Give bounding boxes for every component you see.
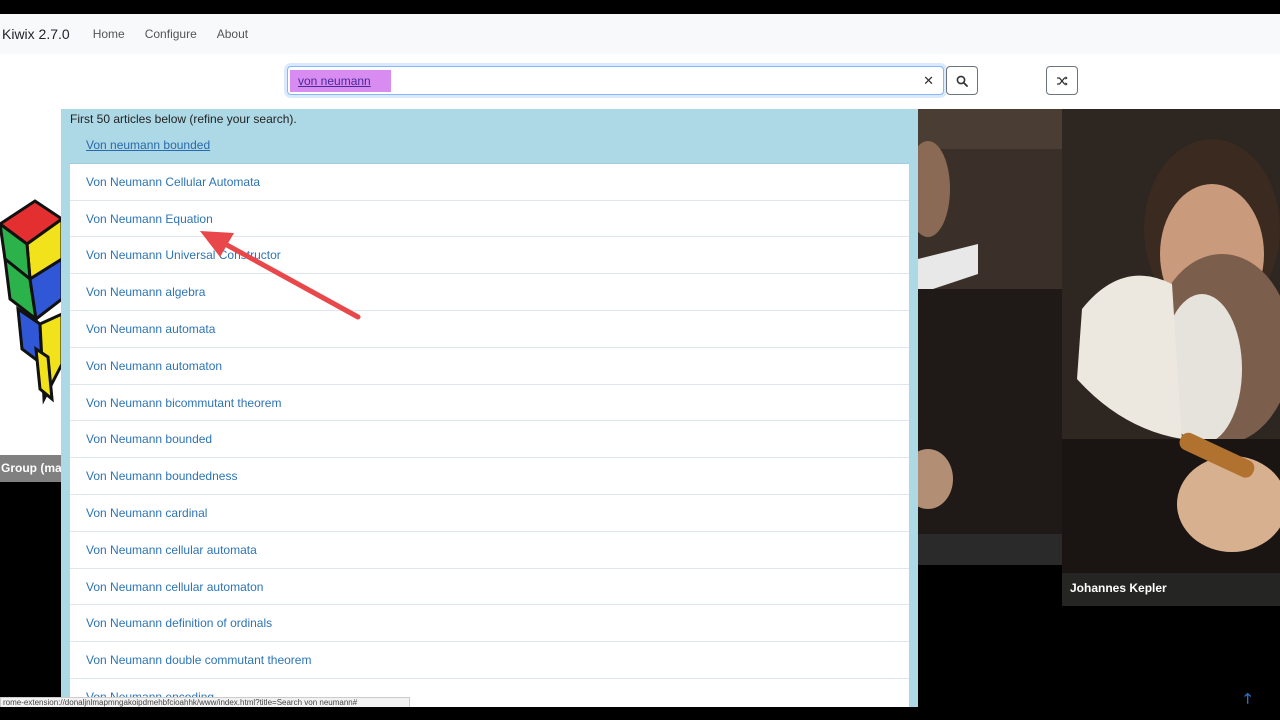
shuffle-icon bbox=[1056, 75, 1068, 86]
portrait-image bbox=[918, 109, 1062, 565]
nav-configure[interactable]: Configure bbox=[145, 27, 197, 41]
list-item[interactable]: Von neumann bounded bbox=[70, 127, 909, 164]
list-item[interactable]: Von Neumann bicommutant theorem bbox=[70, 384, 909, 422]
top-border bbox=[0, 0, 1280, 14]
list-item[interactable]: Von Neumann algebra bbox=[70, 274, 909, 311]
list-item[interactable]: Von Neumann Universal Constructor bbox=[70, 237, 909, 275]
portrait-thumbnail-2[interactable] bbox=[918, 109, 1062, 565]
article-thumbnail-caption[interactable]: Group (mat bbox=[0, 455, 62, 482]
navbar: Kiwix 2.7.0 Home Configure About bbox=[0, 14, 1280, 54]
close-icon[interactable]: ✕ bbox=[923, 72, 934, 90]
list-item[interactable]: Von Neumann double commutant theorem bbox=[70, 642, 909, 679]
list-item[interactable]: Von Neumann bounded bbox=[70, 421, 909, 459]
list-item[interactable]: Von Neumann Equation bbox=[70, 200, 909, 238]
list-item[interactable]: Von Neumann cardinal bbox=[70, 494, 909, 532]
portrait-caption[interactable]: Johannes Kepler bbox=[1062, 573, 1280, 606]
nav-about[interactable]: About bbox=[217, 27, 248, 41]
list-item[interactable]: Von Neumann boundedness bbox=[70, 458, 909, 495]
search-input[interactable]: von neumann ✕ bbox=[287, 66, 944, 95]
list-item[interactable]: Von Neumann definition of ordinals bbox=[70, 605, 909, 643]
brand-title[interactable]: Kiwix 2.7.0 bbox=[2, 26, 70, 42]
search-suggestions-dropdown: First 50 articles below (refine your sea… bbox=[61, 109, 918, 707]
list-item[interactable]: Von Neumann automaton bbox=[70, 347, 909, 385]
search-icon bbox=[956, 75, 968, 87]
search-area: von neumann ✕ bbox=[0, 54, 1280, 109]
search-query-text: von neumann bbox=[290, 70, 391, 92]
random-article-button[interactable] bbox=[1046, 66, 1078, 95]
kepler-portrait-image bbox=[1062, 109, 1280, 606]
rubiks-cube-thumbnail[interactable] bbox=[0, 109, 62, 482]
suggestions-list: Von neumann bounded Von Neumann Cellular… bbox=[70, 127, 909, 707]
nav-home[interactable]: Home bbox=[93, 27, 125, 41]
search-button[interactable] bbox=[946, 66, 978, 95]
cube-image bbox=[0, 109, 62, 482]
list-item[interactable]: Von Neumann automata bbox=[70, 310, 909, 348]
portrait-thumbnail-kepler[interactable] bbox=[1062, 109, 1280, 606]
arrow-up-icon[interactable]: 🡑 bbox=[1244, 688, 1251, 712]
list-item[interactable]: Von Neumann Cellular Automata bbox=[70, 163, 909, 201]
suggestions-header: First 50 articles below (refine your sea… bbox=[70, 112, 297, 126]
bottom-border bbox=[0, 707, 1280, 720]
list-item[interactable]: Von Neumann cellular automata bbox=[70, 531, 909, 569]
list-item[interactable]: Von Neumann cellular automaton bbox=[70, 568, 909, 606]
